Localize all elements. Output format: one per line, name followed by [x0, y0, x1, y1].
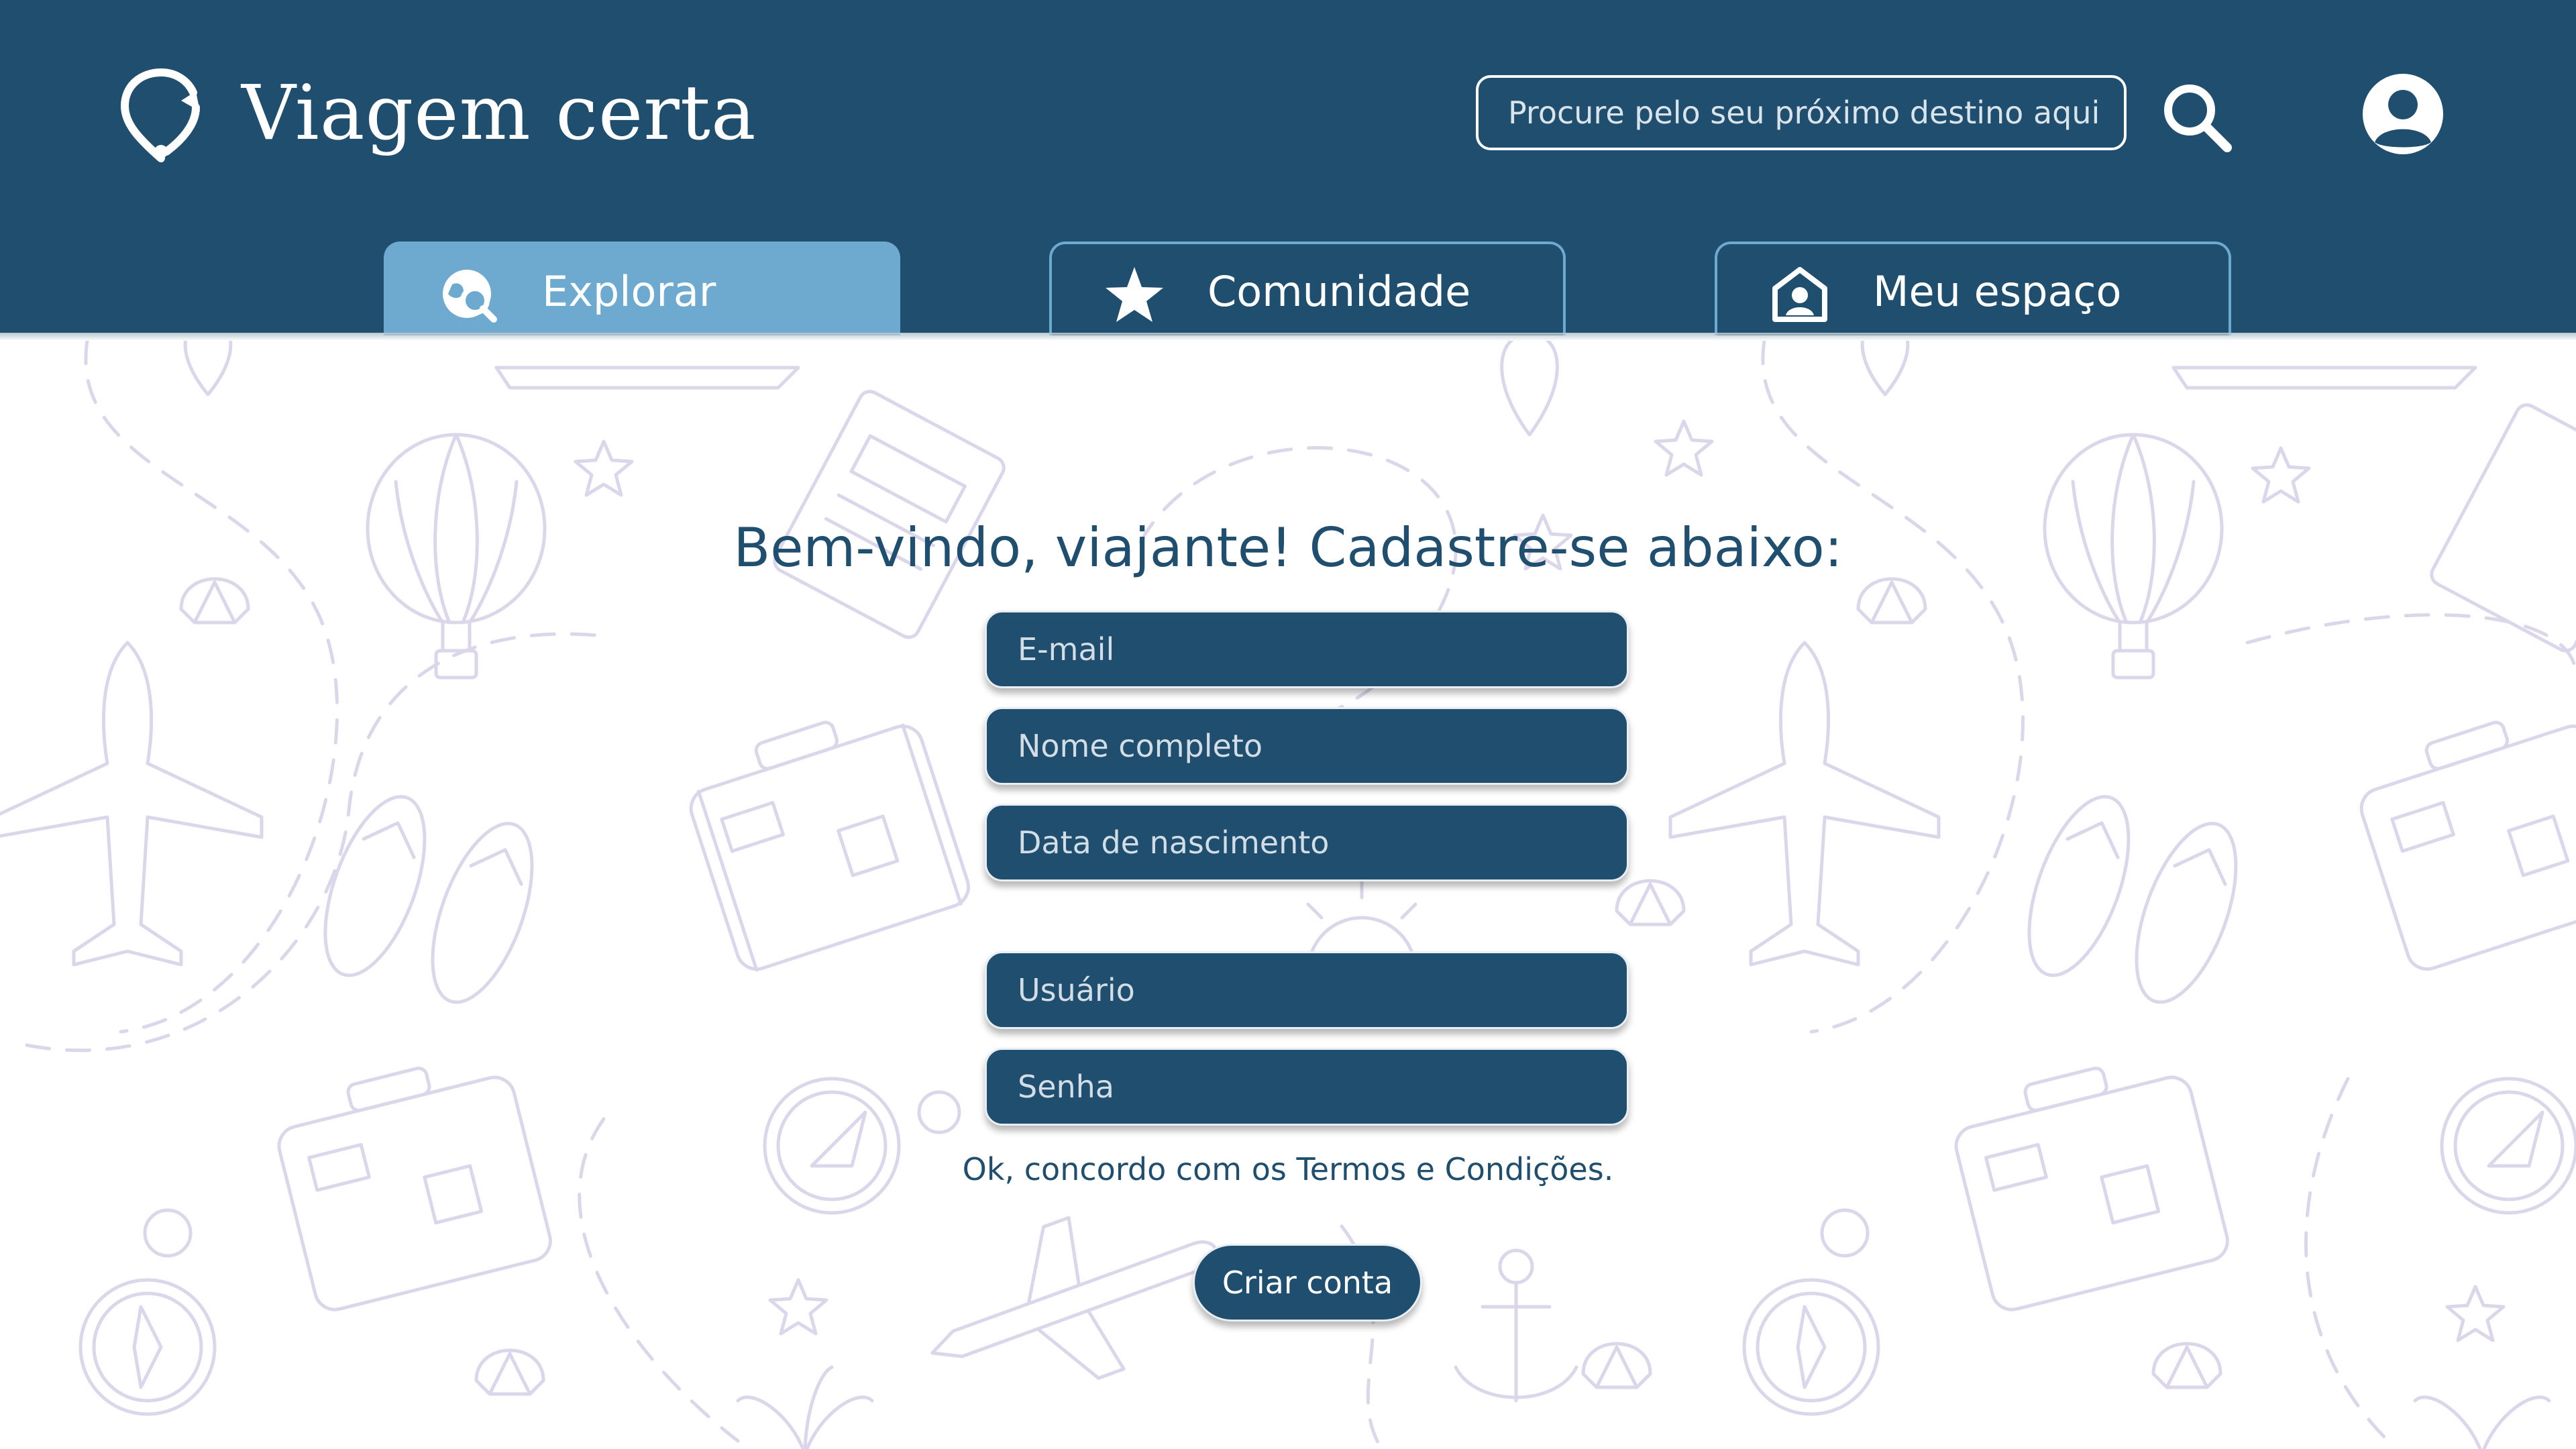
birthdate-field[interactable]: Data de nascimento: [985, 804, 1629, 881]
search-input[interactable]: Procure pelo seu próximo destino aqui: [1476, 75, 2127, 150]
home-user-icon: [1772, 267, 1827, 322]
globe-search-icon: [443, 270, 497, 323]
user-circle-icon[interactable]: [2359, 70, 2447, 158]
username-field[interactable]: Usuário: [985, 951, 1629, 1029]
tab-explorar-label: Explorar: [542, 267, 716, 316]
app-title: Viagem certa: [241, 70, 757, 157]
top-header: Viagem certa Procure pelo seu próximo de…: [0, 0, 2576, 335]
location-refresh-icon: [120, 68, 200, 162]
create-account-button[interactable]: Criar conta: [1193, 1244, 1422, 1322]
terms-checkbox-link[interactable]: Ok, concordo com os Termos e Condições.: [0, 1151, 2576, 1187]
tab-explorar[interactable]: Explorar: [384, 241, 900, 335]
star-icon: [1106, 267, 1163, 322]
tab-comunidade-label: Comunidade: [1208, 267, 1471, 316]
email-field[interactable]: E-mail: [985, 610, 1629, 688]
page: Viagem certa Procure pelo seu próximo de…: [0, 0, 2576, 1449]
page-title: Bem-vindo, viajante! Cadastre-se abaixo:: [733, 517, 1843, 579]
fullname-field[interactable]: Nome completo: [985, 707, 1629, 785]
header-shadow: [0, 333, 2576, 341]
password-field[interactable]: Senha: [985, 1048, 1629, 1126]
tab-meu-espaco[interactable]: Meu espaço: [1715, 241, 2231, 335]
tab-meu-espaco-label: Meu espaço: [1873, 267, 2122, 316]
tab-comunidade[interactable]: Comunidade: [1049, 241, 1566, 335]
search-icon[interactable]: [2160, 80, 2234, 154]
